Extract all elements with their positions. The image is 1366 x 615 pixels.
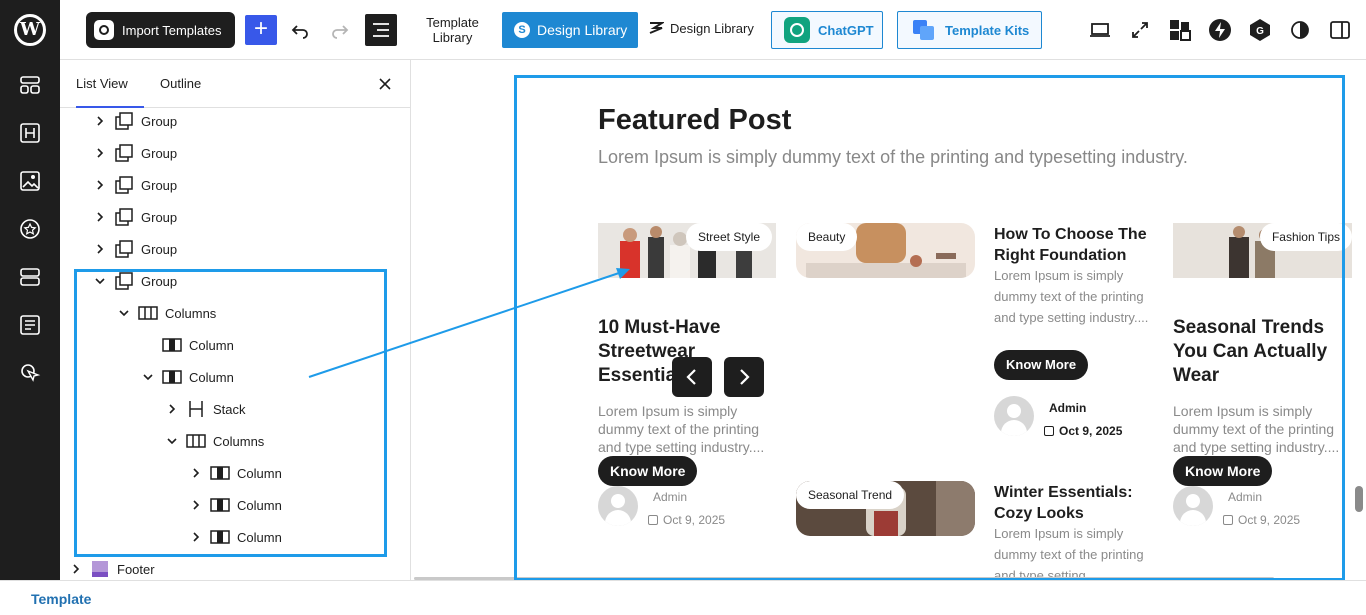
group-block-icon bbox=[115, 144, 133, 162]
chevron-right-icon[interactable] bbox=[88, 109, 112, 133]
list-view-item[interactable]: Group bbox=[88, 105, 177, 137]
tab-list-view[interactable]: List View bbox=[76, 60, 144, 108]
list-view-item-label: Footer bbox=[117, 561, 155, 577]
chatgpt-label: ChatGPT bbox=[818, 22, 874, 38]
list-view-item[interactable]: Group bbox=[88, 169, 177, 201]
wordpress-logo-icon[interactable]: W bbox=[14, 14, 46, 46]
list-view-icon bbox=[373, 23, 389, 37]
design-library-label: Design Library bbox=[537, 22, 628, 38]
stackable-logo-icon bbox=[649, 22, 664, 34]
import-templates-label: Import Templates bbox=[122, 22, 222, 38]
add-block-button[interactable]: + bbox=[245, 15, 277, 45]
group-block-icon bbox=[115, 240, 133, 258]
settings-sidebar-icon[interactable] bbox=[1328, 18, 1352, 42]
document-overview-button[interactable] bbox=[365, 14, 397, 46]
list-view-item[interactable]: Group bbox=[88, 137, 177, 169]
panel-tabs: List View Outline bbox=[60, 60, 410, 108]
template-kits-button[interactable]: Template Kits bbox=[897, 11, 1042, 49]
svg-text:G: G bbox=[1256, 26, 1264, 37]
list-view-item[interactable]: Group bbox=[88, 201, 177, 233]
group-block-icon bbox=[115, 112, 133, 130]
group-block-icon bbox=[115, 176, 133, 194]
import-templates-button[interactable]: Import Templates bbox=[86, 12, 235, 48]
desktop-preview-icon[interactable] bbox=[1088, 18, 1112, 42]
design-library-alt-button[interactable]: Design Library bbox=[648, 20, 754, 36]
tab-outline[interactable]: Outline bbox=[160, 60, 201, 108]
chatgpt-icon bbox=[784, 17, 810, 43]
chatgpt-button[interactable]: ChatGPT bbox=[771, 11, 883, 49]
chevron-right-icon[interactable] bbox=[88, 173, 112, 197]
editor-footer: Template bbox=[0, 580, 1366, 615]
design-library-button[interactable]: S Design Library bbox=[502, 12, 638, 48]
template-kits-icon bbox=[913, 20, 935, 40]
template-library-button[interactable]: Template Library bbox=[415, 15, 490, 45]
import-logo-icon bbox=[94, 20, 114, 40]
star-icon[interactable] bbox=[19, 218, 41, 240]
group-block-icon bbox=[115, 208, 133, 226]
highlight-box-canvas bbox=[514, 75, 1345, 581]
list-view-item-label: Group bbox=[141, 113, 178, 129]
design-library-alt-label: Design Library bbox=[670, 20, 754, 36]
close-icon[interactable] bbox=[377, 76, 393, 92]
list-view-item-label: Group bbox=[141, 241, 178, 257]
list-view-item-label: Group bbox=[141, 177, 178, 193]
footer-template-part-icon bbox=[92, 561, 108, 577]
design-library-logo-icon: S bbox=[514, 22, 530, 38]
list-view-item[interactable]: Footer bbox=[64, 553, 155, 580]
generateblocks-icon[interactable]: G bbox=[1248, 18, 1272, 42]
chevron-right-icon[interactable] bbox=[88, 205, 112, 229]
chevron-right-icon[interactable] bbox=[64, 557, 88, 580]
undo-icon[interactable] bbox=[288, 18, 312, 42]
highlight-box-list bbox=[74, 269, 387, 557]
scrollbar-thumb[interactable] bbox=[1355, 486, 1363, 512]
heading-icon[interactable] bbox=[19, 122, 41, 144]
top-toolbar: Import Templates + Template Library S De… bbox=[60, 0, 1366, 60]
list-view-item-label: Group bbox=[141, 209, 178, 225]
fullscreen-icon[interactable] bbox=[1128, 18, 1152, 42]
template-kits-label: Template Kits bbox=[945, 22, 1030, 38]
contrast-icon[interactable] bbox=[1288, 18, 1312, 42]
image-icon[interactable] bbox=[19, 170, 41, 192]
chevron-right-icon[interactable] bbox=[88, 237, 112, 261]
list-view-item-label: Group bbox=[141, 145, 178, 161]
blocks-icon[interactable] bbox=[19, 266, 41, 288]
blocks-grid-icon[interactable] bbox=[1168, 18, 1192, 42]
left-sidebar: W bbox=[0, 0, 60, 580]
lightning-icon[interactable] bbox=[1208, 18, 1232, 42]
chevron-right-icon[interactable] bbox=[88, 141, 112, 165]
breadcrumb[interactable]: Template bbox=[31, 591, 91, 607]
list-view-item[interactable]: Group bbox=[88, 233, 177, 265]
cursor-click-icon[interactable] bbox=[19, 362, 41, 384]
patterns-icon[interactable] bbox=[19, 74, 41, 96]
form-icon[interactable] bbox=[19, 314, 41, 336]
canvas-vertical-scrollbar[interactable] bbox=[1352, 60, 1366, 580]
redo-icon[interactable] bbox=[328, 18, 352, 42]
